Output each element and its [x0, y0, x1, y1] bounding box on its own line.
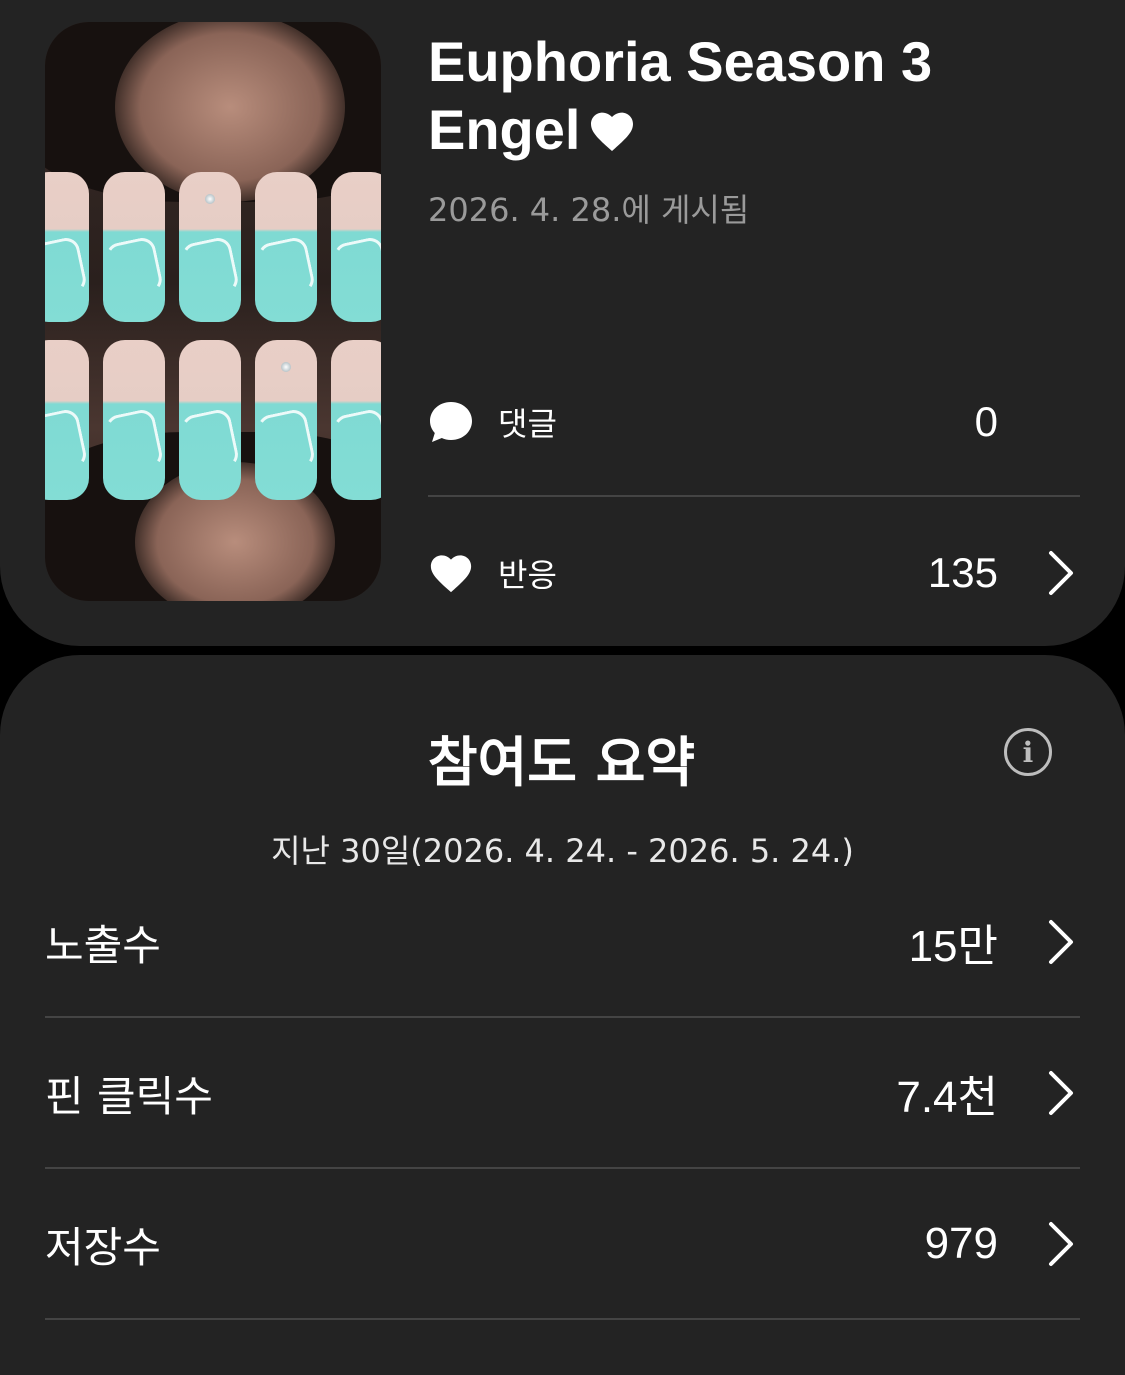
posted-date: 2026. 4. 28.에 게시됨	[428, 191, 750, 229]
info-icon[interactable]: i	[1004, 728, 1052, 776]
metric-label: 노출수	[45, 920, 161, 970]
chevron-right-icon[interactable]	[1046, 1220, 1076, 1268]
nail	[45, 340, 89, 500]
reactions-row[interactable]: 반응 135	[428, 533, 1080, 613]
nail	[331, 172, 381, 322]
nail	[103, 172, 165, 322]
thumbnail-nail-row-bottom	[45, 340, 381, 500]
nail	[179, 340, 241, 500]
metric-value: 979	[924, 1219, 998, 1268]
metric-row-saves[interactable]: 저장수 979	[45, 1194, 1080, 1294]
metric-row-pin-clicks[interactable]: 핀 클릭수 7.4천	[45, 1043, 1080, 1143]
stats-divider	[428, 495, 1080, 497]
pin-title-text: Euphoria Season 3 Engel	[428, 30, 933, 161]
reactions-label: 반응	[498, 556, 557, 594]
thumbnail-nail-row-top	[45, 172, 381, 322]
metric-value: 15만	[908, 922, 998, 971]
chevron-right-icon[interactable]	[1046, 1069, 1076, 1117]
chevron-right-icon[interactable]	[1046, 549, 1076, 597]
metric-label: 핀 클릭수	[45, 1071, 213, 1121]
nail	[45, 172, 89, 322]
pin-title: Euphoria Season 3 Engel	[428, 28, 1068, 168]
nail	[179, 172, 241, 322]
metric-label: 저장수	[45, 1222, 161, 1272]
nail	[331, 340, 381, 500]
chevron-right-icon[interactable]	[1046, 918, 1076, 966]
nail	[255, 172, 317, 322]
metric-value: 7.4천	[896, 1073, 998, 1122]
comments-count: 0	[974, 398, 998, 445]
metric-divider	[45, 1016, 1080, 1018]
comment-bubble-icon	[428, 399, 474, 445]
nail	[255, 340, 317, 500]
metric-row-impressions[interactable]: 노출수 15만	[45, 892, 1080, 992]
heart-icon	[428, 550, 474, 596]
nail	[103, 340, 165, 500]
reactions-count: 135	[927, 549, 998, 596]
comments-label: 댓글	[498, 405, 557, 443]
metric-divider	[45, 1167, 1080, 1169]
metric-divider	[45, 1318, 1080, 1320]
engagement-title: 참여도 요약	[427, 731, 696, 794]
pin-thumbnail[interactable]	[45, 22, 381, 601]
comments-row[interactable]: 댓글 0	[428, 382, 1080, 462]
heart-icon	[588, 100, 636, 168]
period-label: 지난 30일(2026. 4. 24. - 2026. 5. 24.)	[271, 832, 854, 870]
